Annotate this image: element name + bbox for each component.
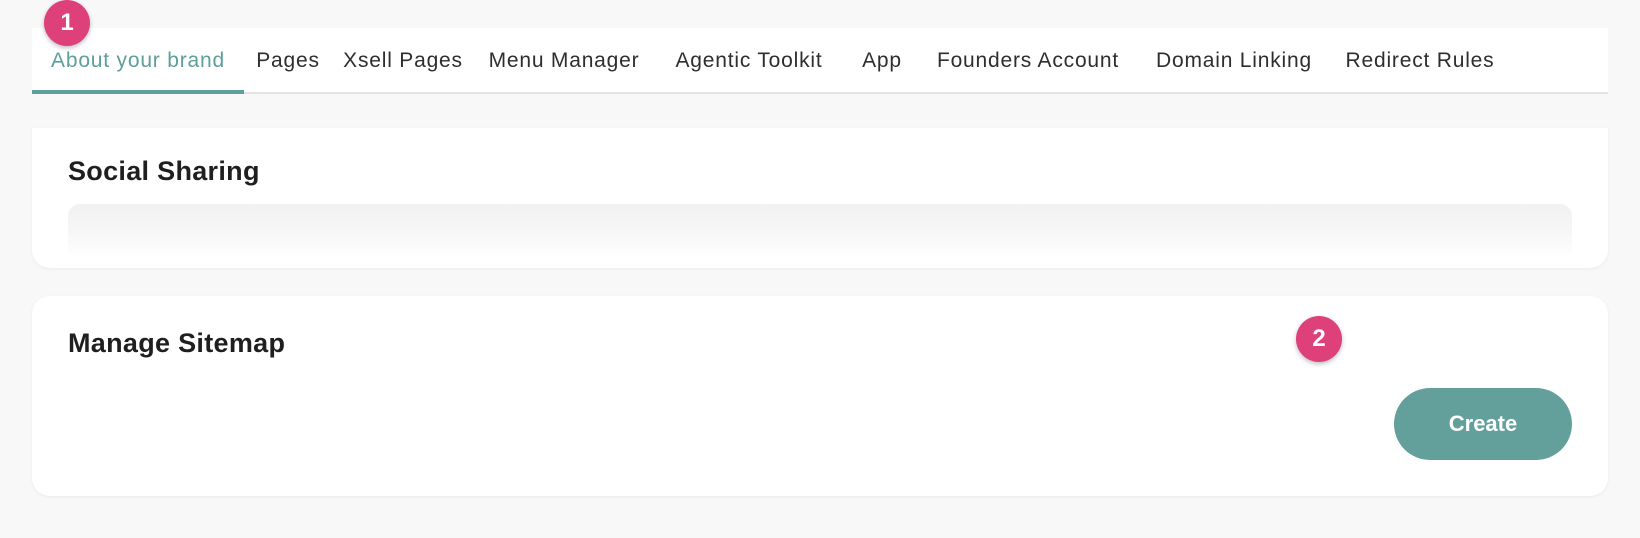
step-badge-1: 1 [44, 0, 90, 46]
step-badge-2: 2 [1296, 316, 1342, 362]
manage-sitemap-title: Manage Sitemap [68, 328, 286, 358]
tab-xsell-pages[interactable]: Xsell Pages [338, 28, 468, 92]
tab-bar: About your brand Pages Xsell Pages Menu … [32, 28, 1608, 94]
create-sitemap-button[interactable]: Create [1394, 388, 1572, 460]
tab-agentic-toolkit[interactable]: Agentic Toolkit [666, 28, 832, 92]
tab-menu-manager[interactable]: Menu Manager [482, 28, 646, 92]
social-sharing-card: Social Sharing [32, 128, 1608, 268]
tab-redirect-rules[interactable]: Redirect Rules [1338, 28, 1502, 92]
tab-app[interactable]: App [852, 28, 912, 92]
manage-sitemap-card: Manage Sitemap Create [32, 296, 1608, 496]
social-sharing-title: Social Sharing [68, 156, 260, 186]
tab-domain-linking[interactable]: Domain Linking [1146, 28, 1322, 92]
tab-founders-account[interactable]: Founders Account [928, 28, 1128, 92]
tab-pages[interactable]: Pages [249, 28, 327, 92]
social-sharing-content-placeholder [68, 204, 1572, 258]
